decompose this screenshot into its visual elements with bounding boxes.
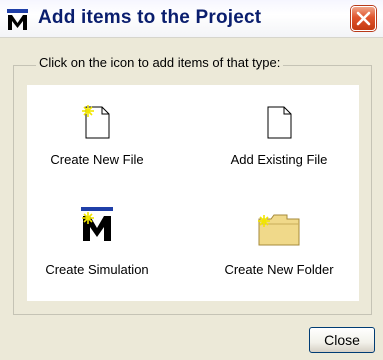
close-icon[interactable] bbox=[351, 6, 376, 31]
close-button[interactable]: Close bbox=[309, 327, 375, 353]
m-logo-icon[interactable] bbox=[7, 9, 28, 31]
create-simulation-label: Create Simulation bbox=[45, 262, 149, 277]
create-new-file-item[interactable]: Create New File bbox=[27, 105, 167, 175]
new-folder-icon[interactable] bbox=[257, 211, 301, 247]
add-existing-file-label: Add Existing File bbox=[230, 152, 328, 167]
existing-file-icon[interactable] bbox=[264, 105, 294, 139]
items-panel: Create New File Add Existing File Create… bbox=[27, 85, 359, 301]
dialog-window: Add items to the Project Click on the ic… bbox=[0, 0, 383, 360]
create-new-file-label: Create New File bbox=[50, 152, 144, 167]
simulation-icon[interactable] bbox=[79, 207, 115, 243]
title-bar[interactable]: Add items to the Project bbox=[0, 0, 383, 38]
window-title: Add items to the Project bbox=[38, 7, 262, 28]
new-file-icon[interactable] bbox=[82, 105, 112, 139]
group-caption: Click on the icon to add items of that t… bbox=[36, 55, 284, 70]
create-new-folder-item[interactable]: Create New Folder bbox=[209, 207, 349, 281]
create-simulation-item[interactable]: Create Simulation bbox=[27, 207, 167, 281]
create-new-folder-label: Create New Folder bbox=[224, 262, 334, 277]
add-existing-file-item[interactable]: Add Existing File bbox=[209, 105, 349, 175]
